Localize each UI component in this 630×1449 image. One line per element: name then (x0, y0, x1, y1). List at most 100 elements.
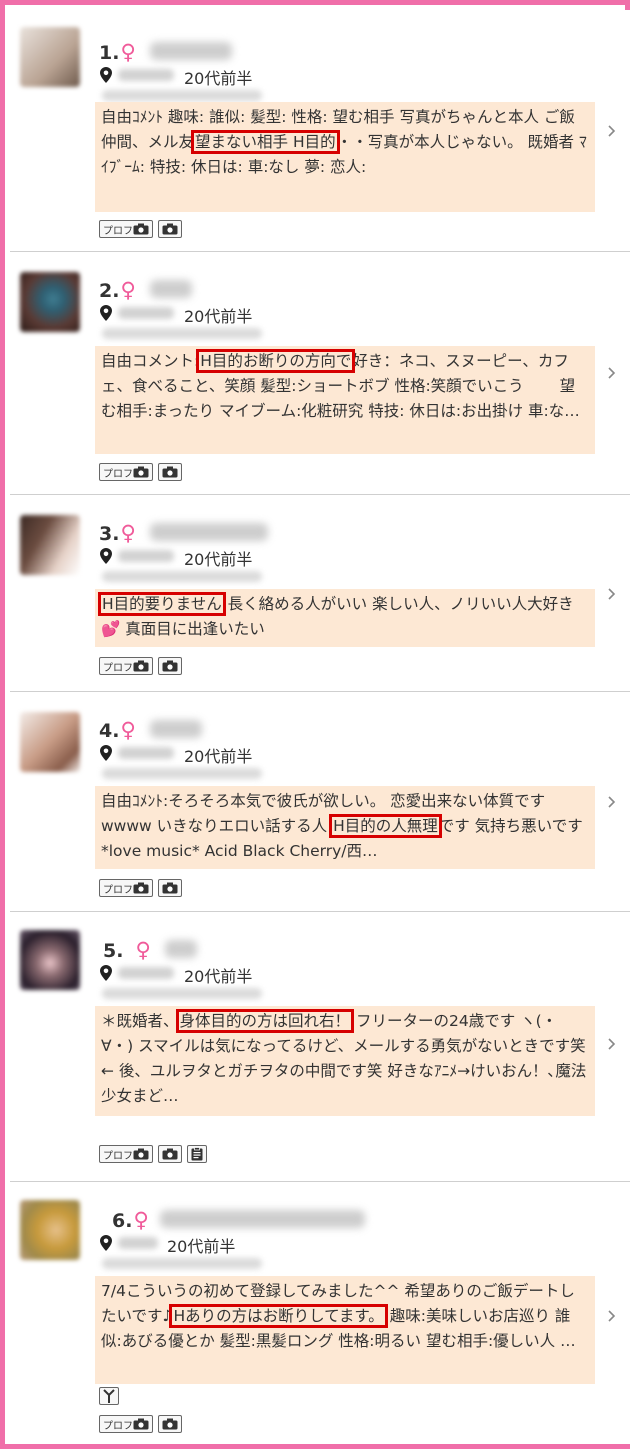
photo-badge (158, 1415, 182, 1433)
avatar[interactable] (20, 930, 80, 990)
female-icon: ♀ (120, 718, 136, 742)
clipboard-icon (191, 1147, 203, 1161)
camera-icon (162, 1418, 178, 1430)
login-time-blurred (102, 768, 262, 779)
profile-photo-badge: プロフ (99, 1145, 153, 1163)
age-label: 20代前半 (184, 967, 253, 986)
avatar[interactable] (20, 272, 80, 332)
profile-comment[interactable]: H目的要りません 長く絡める人がいい 楽しい人、ノリいい人大好き💕 真面目に出逢… (95, 589, 595, 647)
highlighted-phrase: H目的要りません (98, 592, 226, 616)
profile-comment[interactable]: 自由ｺﾒﾝﾄ 趣味: 誰似: 髪型: 性格: 望む相手 写真がちゃんと本人 ご飯… (95, 102, 595, 212)
profile-comment[interactable]: 7/4こういうの初めて登録してみました^^ 希望ありのご飯デートしたいです♪Hあ… (95, 1276, 595, 1384)
badge-row: プロフ (99, 220, 182, 238)
highlighted-phrase: Hありの方はお断りしてます。 (169, 1304, 388, 1328)
location-pin-icon (100, 965, 112, 981)
camera-icon (162, 660, 178, 672)
login-time-blurred (102, 90, 262, 101)
profile-photo-badge: プロフ (99, 1415, 153, 1433)
rank-number: 1.♀ (99, 40, 136, 64)
age-label: 20代前半 (184, 747, 253, 766)
photo-badge (158, 879, 182, 897)
chevron-right-icon[interactable] (606, 1310, 618, 1322)
rank-number: 6.♀ (112, 1208, 149, 1232)
page-frame: 1.♀ 20代前半 自由ｺﾒﾝﾄ 趣味: 誰似: 髪型: 性格: 望む相手 写真… (0, 0, 630, 1449)
photo-badge (158, 220, 182, 238)
username-blurred (150, 280, 192, 298)
diary-badge (187, 1145, 207, 1163)
list-item[interactable]: 4.♀ 20代前半 自由ｺﾒﾝﾄ:そろそろ本気で彼氏が欲しい。 恋愛出来ない体質… (10, 692, 630, 912)
female-icon: ♀ (133, 1208, 149, 1232)
location-blurred (118, 550, 174, 562)
camera-icon (133, 660, 149, 672)
username-blurred (150, 720, 202, 738)
female-icon: ♀ (120, 40, 136, 64)
location-blurred (118, 307, 174, 319)
female-icon: ♀ (120, 521, 136, 545)
age-label: 20代前半 (167, 1237, 236, 1256)
location-blurred (118, 1237, 158, 1249)
location-blurred (118, 747, 174, 759)
camera-icon (133, 1418, 149, 1430)
list-item[interactable]: 5. ♀ 20代前半 ＊既婚者、身体目的の方は回れ右！ フリーターの24歳です ヽ… (10, 912, 630, 1182)
camera-icon (133, 466, 149, 478)
list-item[interactable]: 6.♀ 20代前半 7/4こういうの初めて登録してみました^^ 希望ありのご飯デ… (10, 1182, 630, 1444)
username-blurred (150, 42, 232, 60)
highlighted-phrase: H目的お断りの方向で (196, 349, 356, 373)
profile-photo-badge: プロフ (99, 463, 153, 481)
female-icon: ♀ (135, 938, 151, 962)
username-blurred (165, 940, 197, 958)
camera-icon (162, 223, 178, 235)
profile-comment[interactable]: ＊既婚者、身体目的の方は回れ右！ フリーターの24歳です ヽ(・∀・) スマイル… (95, 1006, 595, 1116)
badge-row: プロフ (99, 879, 182, 897)
antenna-icon (103, 1389, 115, 1403)
badge-row: プロフ (99, 1145, 207, 1163)
badge-row: プロフ (99, 1415, 182, 1433)
female-icon: ♀ (120, 278, 136, 302)
chevron-right-icon[interactable] (606, 796, 618, 808)
age-label: 20代前半 (184, 69, 253, 88)
photo-badge (158, 1145, 182, 1163)
highlighted-phrase: H目的の人無理 (329, 814, 442, 838)
age-label: 20代前半 (184, 307, 253, 326)
chevron-right-icon[interactable] (606, 125, 618, 137)
chevron-right-icon[interactable] (606, 1038, 618, 1050)
list-item[interactable]: 2.♀ 20代前半 自由コメント:H目的お断りの方向で好き：ネコ、スヌーピー、カ… (10, 252, 630, 495)
avatar[interactable] (20, 27, 80, 87)
rank-number: 4.♀ (99, 718, 136, 742)
rank-number: 5. ♀ (103, 938, 151, 962)
location-blurred (118, 69, 174, 81)
list-item[interactable]: 3.♀ 20代前半 H目的要りません 長く絡める人がいい 楽しい人、ノリいい人大… (10, 495, 630, 692)
badge-row: プロフ (99, 463, 182, 481)
camera-icon (162, 466, 178, 478)
chevron-right-icon[interactable] (606, 367, 618, 379)
camera-icon (133, 882, 149, 894)
profile-photo-badge: プロフ (99, 879, 153, 897)
login-time-blurred (102, 571, 262, 582)
username-blurred (150, 523, 268, 541)
location-pin-icon (100, 1235, 112, 1251)
age-label: 20代前半 (184, 550, 253, 569)
chevron-right-icon[interactable] (606, 588, 618, 600)
avatar[interactable] (20, 712, 80, 772)
avatar[interactable] (20, 1200, 80, 1260)
username-blurred (160, 1210, 365, 1228)
location-pin-icon (100, 548, 112, 564)
location-blurred (118, 967, 174, 979)
rank-number: 3.♀ (99, 521, 136, 545)
list-item[interactable]: 1.♀ 20代前半 自由ｺﾒﾝﾄ 趣味: 誰似: 髪型: 性格: 望む相手 写真… (10, 10, 630, 252)
profile-comment[interactable]: 自由コメント:H目的お断りの方向で好き：ネコ、スヌーピー、カフェ、食べること、笑… (95, 346, 595, 454)
highlighted-phrase: 望まない相手 H目的 (191, 130, 340, 154)
avatar[interactable] (20, 515, 80, 575)
location-pin-icon (100, 305, 112, 321)
location-pin-icon (100, 67, 112, 83)
location-pin-icon (100, 745, 112, 761)
profile-comment[interactable]: 自由ｺﾒﾝﾄ:そろそろ本気で彼氏が欲しい。 恋愛出来ない体質ですwwww いきな… (95, 786, 595, 869)
highlighted-phrase: 身体目的の方は回れ右！ (175, 1009, 355, 1033)
login-time-blurred (102, 988, 262, 999)
camera-icon (133, 1148, 149, 1160)
badge-row: プロフ (99, 657, 182, 675)
photo-badge (158, 657, 182, 675)
camera-icon (162, 1148, 178, 1160)
photo-badge (158, 463, 182, 481)
profile-photo-badge: プロフ (99, 220, 153, 238)
